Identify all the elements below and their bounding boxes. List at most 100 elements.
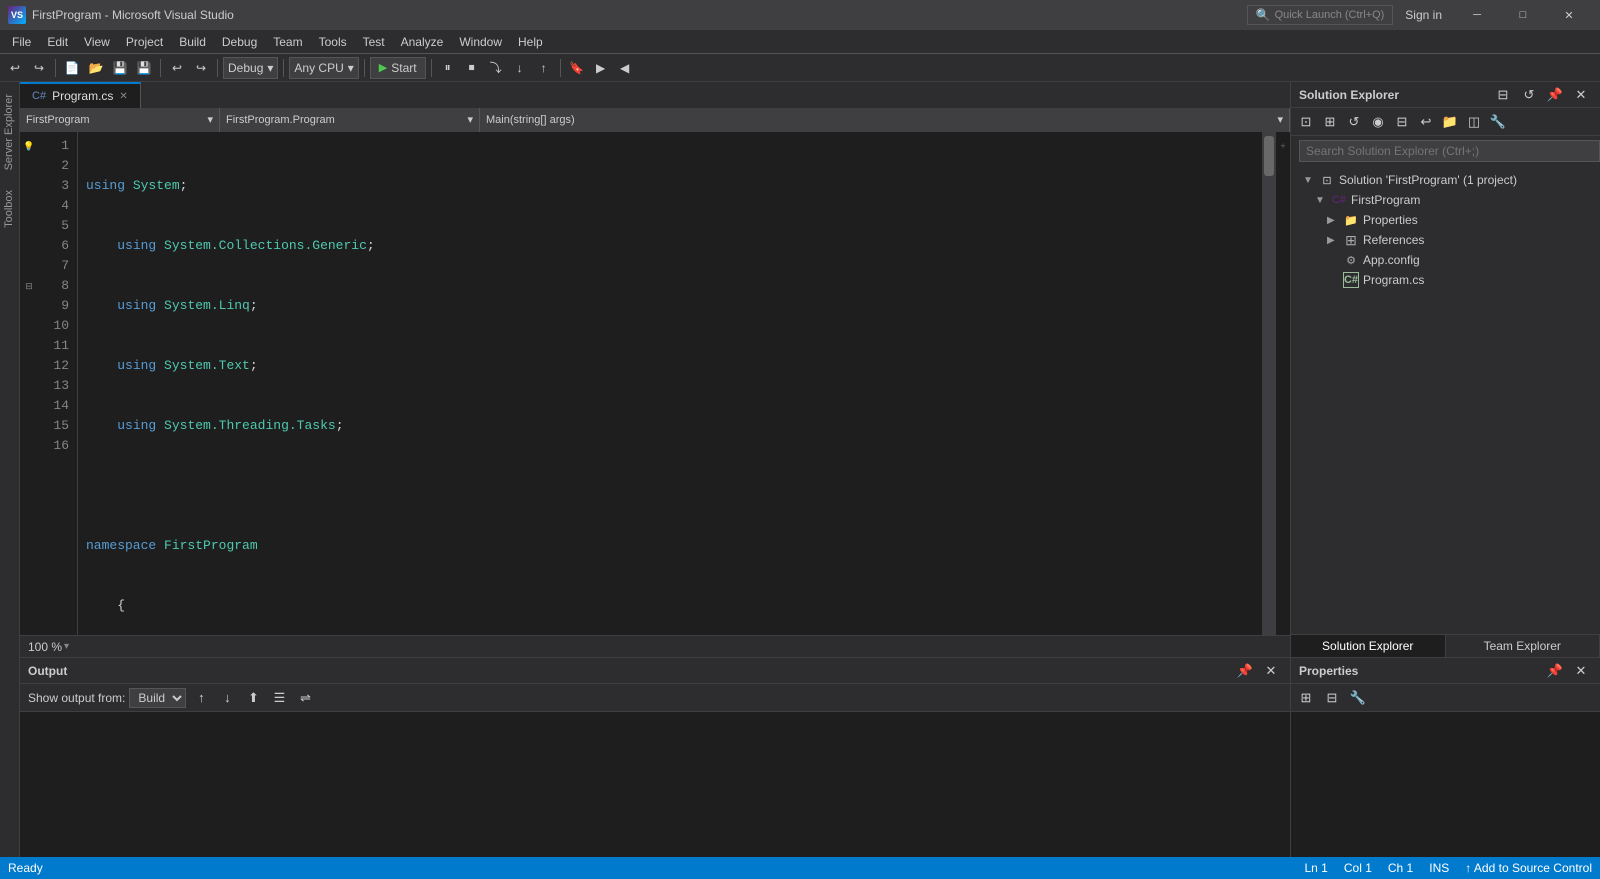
tree-app-config[interactable]: ⚙ App.config xyxy=(1291,250,1600,270)
toolbar-back[interactable]: ↩ xyxy=(4,57,26,79)
toolbar-forward[interactable]: ↪ xyxy=(28,57,50,79)
code-scrollbar[interactable] xyxy=(1262,132,1276,635)
right-panel: Solution Explorer ⊟ ↺ 📌 ✕ ⊡ ⊞ ↺ ◉ ⊟ ↩ 📁 … xyxy=(1290,82,1600,857)
tab-bar: C# Program.cs ✕ xyxy=(20,82,1290,108)
code-content[interactable]: using System; using System.Collections.G… xyxy=(78,132,1262,635)
se-tool-3[interactable]: ↺ xyxy=(1343,111,1365,133)
solution-arrow[interactable]: ▼ xyxy=(1303,175,1315,186)
zoom-dropdown-icon[interactable]: ▾ xyxy=(64,641,69,652)
output-wrap-btn[interactable]: ⇌ xyxy=(294,687,316,709)
status-ins: INS xyxy=(1429,861,1449,875)
references-arrow[interactable]: ▶ xyxy=(1327,235,1339,246)
props-alphabetical-btn[interactable]: ⊟ xyxy=(1321,687,1343,709)
signin-link[interactable]: Sign in xyxy=(1405,8,1442,22)
platform-dropdown[interactable]: Any CPU ▾ xyxy=(289,57,358,79)
menu-debug[interactable]: Debug xyxy=(214,30,265,54)
toolbar-step-over[interactable]: ⤵ xyxy=(485,57,507,79)
code-line-4: using System.Text; xyxy=(86,356,1254,376)
toolbar-bm-next[interactable]: ▶ xyxy=(590,57,612,79)
tree-references[interactable]: ▶ ⊞ References xyxy=(1291,230,1600,250)
se-refresh-btn[interactable]: ↺ xyxy=(1518,84,1540,106)
toolbar-new[interactable]: 📄 xyxy=(61,57,83,79)
tab-program-cs[interactable]: C# Program.cs ✕ xyxy=(20,82,141,108)
minimize-button[interactable]: ─ xyxy=(1454,0,1500,30)
se-tool-1[interactable]: ⊡ xyxy=(1295,111,1317,133)
tree-properties[interactable]: ▶ 📁 Properties xyxy=(1291,210,1600,230)
toolbar-save[interactable]: 💾 xyxy=(109,57,131,79)
tree-solution[interactable]: ▼ ⊡ Solution 'FirstProgram' (1 project) xyxy=(1291,170,1600,190)
output-up2-btn[interactable]: ⬆ xyxy=(242,687,264,709)
toolbar-attach[interactable]: ⏸ xyxy=(437,57,459,79)
se-search-input[interactable] xyxy=(1299,140,1600,162)
output-source-select[interactable]: Build xyxy=(129,688,186,708)
output-down-btn[interactable]: ↓ xyxy=(216,687,238,709)
menu-window[interactable]: Window xyxy=(451,30,510,54)
toolbar-step-in[interactable]: ↓ xyxy=(509,57,531,79)
menu-build[interactable]: Build xyxy=(171,30,214,54)
project-dropdown[interactable]: FirstProgram ▾ xyxy=(20,108,220,132)
props-categories-btn[interactable]: ⊞ xyxy=(1295,687,1317,709)
toolbar-save-all[interactable]: 💾 xyxy=(133,57,155,79)
quick-launch-search[interactable]: 🔍 Quick Launch (Ctrl+Q) xyxy=(1247,5,1394,25)
se-tool-6[interactable]: ↩ xyxy=(1415,111,1437,133)
props-settings-btn[interactable]: 🔧 xyxy=(1347,687,1369,709)
menu-edit[interactable]: Edit xyxy=(39,30,76,54)
menu-view[interactable]: View xyxy=(76,30,118,54)
se-close-btn[interactable]: ✕ xyxy=(1570,84,1592,106)
output-pin-btn[interactable]: 📌 xyxy=(1234,660,1256,682)
output-clear-btn[interactable]: ☰ xyxy=(268,687,290,709)
collapse-7[interactable]: ⊟ xyxy=(25,281,33,292)
se-tool-9[interactable]: 🔧 xyxy=(1487,111,1509,133)
expand-icon[interactable]: + xyxy=(1280,136,1285,156)
project-arrow[interactable]: ▼ xyxy=(1315,195,1327,206)
output-panel: Output 📌 ✕ Show output from: Build ↑ ↓ ⬆… xyxy=(20,657,1290,857)
toolbar-open[interactable]: 📂 xyxy=(85,57,107,79)
se-pin-btn[interactable]: 📌 xyxy=(1544,84,1566,106)
toolbar-redo[interactable]: ↪ xyxy=(190,57,212,79)
se-collapse-btn[interactable]: ⊟ xyxy=(1492,84,1514,106)
props-close-btn[interactable]: ✕ xyxy=(1570,660,1592,682)
menu-analyze[interactable]: Analyze xyxy=(393,30,452,54)
status-source-control[interactable]: ↑ Add to Source Control xyxy=(1465,861,1592,875)
menu-tools[interactable]: Tools xyxy=(311,30,355,54)
output-close-btn[interactable]: ✕ xyxy=(1260,660,1282,682)
project-icon: C# xyxy=(1331,192,1347,208)
se-tool-7[interactable]: 📁 xyxy=(1439,111,1461,133)
props-pin-btn[interactable]: 📌 xyxy=(1544,660,1566,682)
tree-project[interactable]: ▼ C# FirstProgram xyxy=(1291,190,1600,210)
toolbar-bookmark[interactable]: 🔖 xyxy=(566,57,588,79)
close-tab-icon[interactable]: ✕ xyxy=(119,91,127,102)
toolbar-step-out[interactable]: ↑ xyxy=(533,57,555,79)
se-tool-2[interactable]: ⊞ xyxy=(1319,111,1341,133)
title-left: VS FirstProgram - Microsoft Visual Studi… xyxy=(8,6,234,24)
tree-program-cs[interactable]: C# Program.cs xyxy=(1291,270,1600,290)
properties-arrow[interactable]: ▶ xyxy=(1327,215,1339,226)
se-tool-4[interactable]: ◉ xyxy=(1367,111,1389,133)
se-tool-8[interactable]: ◫ xyxy=(1463,111,1485,133)
menu-help[interactable]: Help xyxy=(510,30,551,54)
menu-team[interactable]: Team xyxy=(265,30,310,54)
se-title-bar: Solution Explorer ⊟ ↺ 📌 ✕ xyxy=(1291,82,1600,108)
toolbox-tab[interactable]: Toolbox xyxy=(1,182,19,236)
tab-solution-explorer[interactable]: Solution Explorer xyxy=(1291,635,1446,657)
menu-project[interactable]: Project xyxy=(118,30,171,54)
maximize-button[interactable]: □ xyxy=(1500,0,1546,30)
start-button[interactable]: ▶ Start xyxy=(370,57,426,79)
toolbar-undo[interactable]: ↩ xyxy=(166,57,188,79)
output-up-btn[interactable]: ↑ xyxy=(190,687,212,709)
close-button[interactable]: ✕ xyxy=(1546,0,1592,30)
scrollbar-thumb[interactable] xyxy=(1264,136,1274,176)
menu-file[interactable]: File xyxy=(4,30,39,54)
debug-config-dropdown[interactable]: Debug ▾ xyxy=(223,57,278,79)
member-dropdown[interactable]: Main(string[] args) ▾ xyxy=(480,108,1290,132)
toolbar-break[interactable]: ⏹ xyxy=(461,57,483,79)
menu-test[interactable]: Test xyxy=(355,30,393,54)
toolbar-bm-prev[interactable]: ◀ xyxy=(614,57,636,79)
status-ln: Ln 1 xyxy=(1305,861,1328,875)
tab-team-explorer[interactable]: Team Explorer xyxy=(1446,635,1600,657)
play-icon: ▶ xyxy=(379,61,387,74)
server-explorer-tab[interactable]: Server Explorer xyxy=(1,86,19,178)
code-line-6 xyxy=(86,476,1254,496)
se-tool-5[interactable]: ⊟ xyxy=(1391,111,1413,133)
class-dropdown[interactable]: FirstProgram.Program ▾ xyxy=(220,108,480,132)
